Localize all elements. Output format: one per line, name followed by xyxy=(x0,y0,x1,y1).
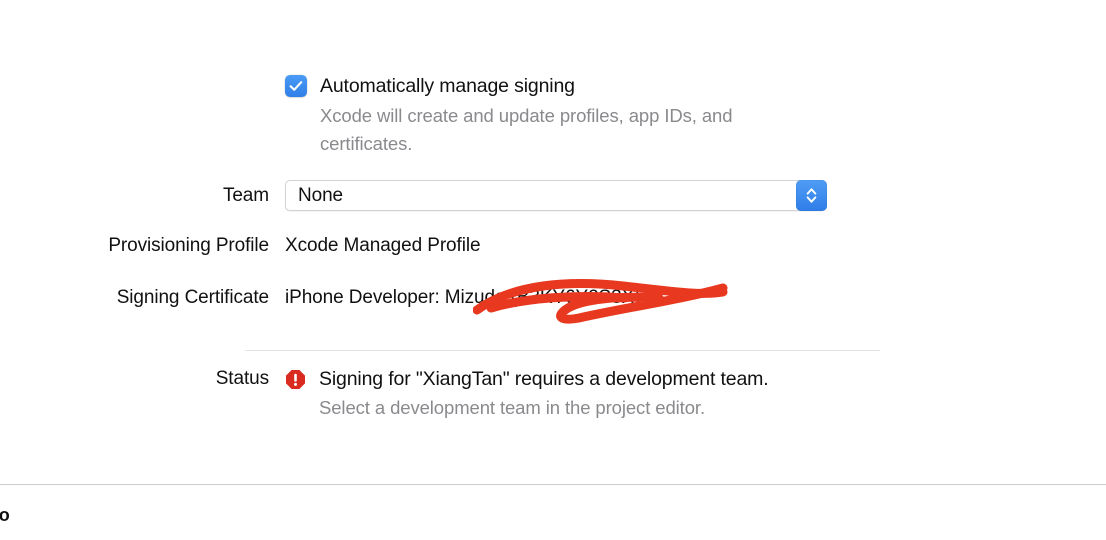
status-message: Signing for "XiangTan" requires a develo… xyxy=(319,368,769,390)
bottom-section-label: fo xyxy=(0,505,10,525)
status-label: Status xyxy=(215,368,269,389)
status-section-divider xyxy=(245,350,880,351)
status-row: Status Signing for "XiangTan" requires a… xyxy=(0,366,1106,421)
signing-certificate-value: iPhone Developer: Mizuda (B3KY6Y2S3X) xyxy=(285,287,641,308)
team-selected-value: None xyxy=(298,184,344,206)
signing-certificate-label: Signing Certificate xyxy=(116,287,269,308)
team-popup-button[interactable]: None xyxy=(285,180,827,211)
provisioning-profile-row: Provisioning Profile Xcode Managed Profi… xyxy=(0,233,1106,258)
auto-manage-signing-block: Automatically manage signing Xcode will … xyxy=(285,73,845,158)
auto-manage-signing-row: Automatically manage signing Xcode will … xyxy=(0,73,1106,158)
bottom-divider xyxy=(0,484,1106,485)
error-octagon-icon xyxy=(286,370,305,389)
checkmark-icon xyxy=(289,81,303,91)
team-row: Team None xyxy=(0,180,1106,211)
signing-certificate-row: Signing Certificate iPhone Developer: Mi… xyxy=(0,279,1106,324)
provisioning-profile-value: Xcode Managed Profile xyxy=(285,235,481,256)
auto-manage-signing-description: Xcode will create and update profiles, a… xyxy=(320,105,733,154)
provisioning-profile-label: Provisioning Profile xyxy=(108,235,269,256)
status-hint: Select a development team in the project… xyxy=(319,397,705,418)
signing-settings-pane: Automatically manage signing Xcode will … xyxy=(0,0,1106,485)
chevron-up-down-icon xyxy=(806,188,817,203)
auto-manage-signing-texts: Automatically manage signing Xcode will … xyxy=(320,73,820,158)
signing-certificate-value-wrap: iPhone Developer: Mizuda (B3KY6Y2S3X) xyxy=(285,279,728,324)
auto-manage-signing-checkbox[interactable] xyxy=(285,75,307,97)
status-body: Signing for "XiangTan" requires a develo… xyxy=(285,366,845,421)
auto-manage-signing-label: Automatically manage signing xyxy=(320,75,575,97)
team-label: Team xyxy=(222,184,269,206)
team-stepper-control[interactable] xyxy=(796,180,827,211)
status-texts: Signing for "XiangTan" requires a develo… xyxy=(319,366,769,421)
